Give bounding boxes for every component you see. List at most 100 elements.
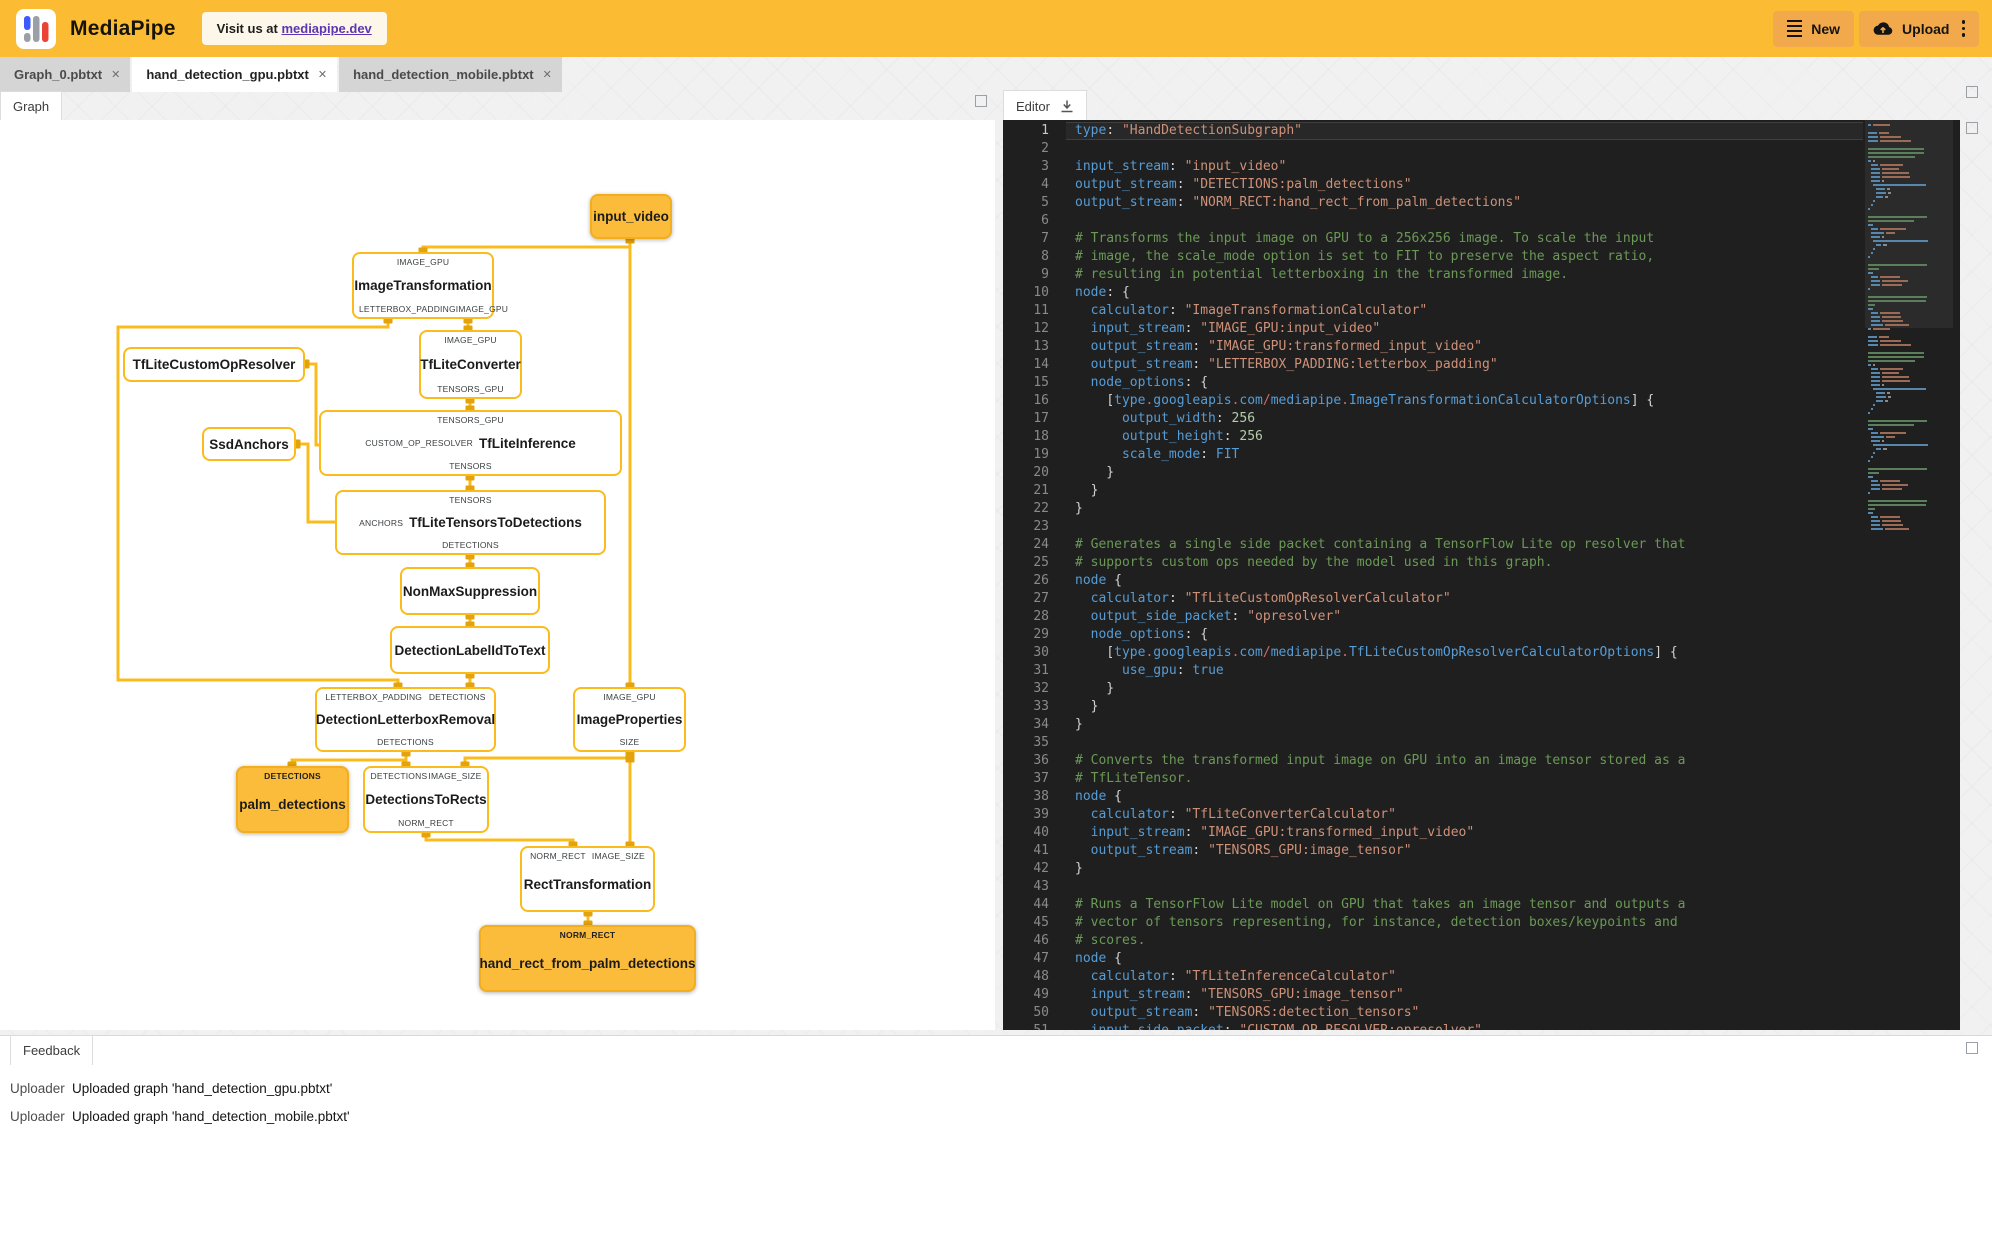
editor-panel-maximize-icon[interactable] <box>1966 122 1978 134</box>
code-line[interactable]: 40 input_stream: "IMAGE_GPU:transformed_… <box>1003 824 1863 842</box>
line-number: 18 <box>1033 429 1049 444</box>
code-line[interactable]: 46 # scores. <box>1003 932 1863 950</box>
graph-node-TfLiteCustomOpResolver[interactable]: TfLiteCustomOpResolver <box>123 347 305 382</box>
line-number: 14 <box>1033 357 1049 372</box>
code-line[interactable]: 34} <box>1003 716 1863 734</box>
code-line[interactable]: 41 output_stream: "TENSORS_GPU:image_ten… <box>1003 842 1863 860</box>
download-icon[interactable] <box>1060 99 1074 113</box>
graph-node-ImageProperties[interactable]: IMAGE_GPU ImageProperties SIZE <box>573 687 686 752</box>
graph-node-DetectionLetterboxRemoval[interactable]: LETTERBOX_PADDING DETECTIONS DetectionLett… <box>315 687 496 752</box>
line-number: 31 <box>1033 663 1049 678</box>
feedback-panel-maximize-icon[interactable] <box>1966 1042 1978 1054</box>
graph-node-RectTransformation[interactable]: NORM_RECT IMAGE_SIZE RectTransformation <box>520 846 655 912</box>
code-line[interactable]: 27 calculator: "TfLiteCustomOpResolverCa… <box>1003 590 1863 608</box>
code-line[interactable]: 28 output_side_packet: "opresolver" <box>1003 608 1863 626</box>
graph-node-DetectionsToRects[interactable]: DETECTIONS IMAGE_SIZE DetectionsToRects NOR… <box>363 766 489 833</box>
line-number: 42 <box>1033 861 1049 876</box>
window-maximize-icon[interactable] <box>1966 86 1978 98</box>
visit-chip: Visit us at mediapipe.dev <box>201 12 387 45</box>
code-line[interactable]: 3 input_stream: "input_video" <box>1003 158 1863 176</box>
code-line[interactable]: 11 calculator: "ImageTransformationCalcu… <box>1003 302 1863 320</box>
graph-node-TfLiteConverter[interactable]: IMAGE_GPU TfLiteConverter TENSORS_GPU <box>419 330 522 399</box>
mediapipe-dev-link[interactable]: mediapipe.dev <box>281 21 371 36</box>
graph-node-SsdAnchors[interactable]: SsdAnchors <box>202 427 296 461</box>
code-line[interactable]: 45 # vector of tensors representing, for … <box>1003 914 1863 932</box>
graph-node-input_video[interactable]: input_video <box>590 194 672 239</box>
code-line[interactable]: 21 } <box>1003 482 1863 500</box>
file-tab-hand_detection_mobile.pbtxt[interactable]: hand_detection_mobile.pbtxt ✕ <box>339 57 562 92</box>
code-line[interactable]: 9 # resulting in potential letterboxing i… <box>1003 266 1863 284</box>
code-line[interactable]: 8 # image, the scale_mode option is set t… <box>1003 248 1863 266</box>
code-line[interactable]: 18 output_height: 256 <box>1003 428 1863 446</box>
close-tab-icon[interactable]: ✕ <box>111 68 120 81</box>
code-line[interactable]: 7 # Transforms the input image on GPU to … <box>1003 230 1863 248</box>
code-line[interactable]: 19 scale_mode: FIT <box>1003 446 1863 464</box>
upload-button[interactable]: Upload <box>1859 10 1979 47</box>
graph-node-ImageTransformation[interactable]: IMAGE_GPU ImageTransformation LETTERBOX_PA… <box>352 252 508 319</box>
new-button[interactable]: New <box>1773 10 1855 47</box>
graph-node-palm_detections[interactable]: DETECTIONS palm_detections <box>236 766 349 833</box>
code-line[interactable]: 24 # Generates a single side packet conta… <box>1003 536 1863 554</box>
code-line[interactable]: 16 [type.googleapis.com/mediapipe.ImageT… <box>1003 392 1863 410</box>
code-line[interactable]: 22} <box>1003 500 1863 518</box>
code-line[interactable]: 33 } <box>1003 698 1863 716</box>
code-line[interactable]: 47 node { <box>1003 950 1863 968</box>
file-tab-hand_detection_gpu.pbtxt[interactable]: hand_detection_gpu.pbtxt ✕ <box>132 57 338 92</box>
graph-panel-maximize-icon[interactable] <box>975 95 987 107</box>
line-number: 19 <box>1033 447 1049 462</box>
code-line[interactable]: 26 node { <box>1003 572 1863 590</box>
line-number: 46 <box>1033 933 1049 948</box>
code-line[interactable]: 49 input_stream: "TENSORS_GPU:image_tens… <box>1003 986 1863 1004</box>
file-tab-Graph_0.pbtxt[interactable]: Graph_0.pbtxt ✕ <box>0 57 131 92</box>
code-line[interactable]: 6 <box>1003 212 1863 230</box>
tab-feedback[interactable]: Feedback <box>10 1035 94 1065</box>
code-line[interactable]: 31 use_gpu: true <box>1003 662 1863 680</box>
code-line[interactable]: 44 # Runs a TensorFlow Lite model on GPU … <box>1003 896 1863 914</box>
port-label: NORM_RECT <box>398 818 454 828</box>
editor-minimap[interactable] <box>1865 120 1953 680</box>
graph-node-hand_rect_from_palm_detections[interactable]: NORM_RECT hand_rect_from_palm_detections <box>479 925 696 992</box>
code-line[interactable]: 29 node_options: { <box>1003 626 1863 644</box>
code-line[interactable]: 1 type: "HandDetectionSubgraph" <box>1003 122 1863 140</box>
close-tab-icon[interactable]: ✕ <box>318 68 327 81</box>
code-editor[interactable]: 1 type: "HandDetectionSubgraph" 2 3 input_st… <box>1003 120 1960 1030</box>
code-line[interactable]: 38 node { <box>1003 788 1863 806</box>
code-line[interactable]: 30 [type.googleapis.com/mediapipe.TfLite… <box>1003 644 1863 662</box>
graph-node-NonMaxSuppression[interactable]: NonMaxSuppression <box>400 567 540 615</box>
close-tab-icon[interactable]: ✕ <box>543 68 552 81</box>
code-line[interactable]: 5 output_stream: "NORM_RECT:hand_rect_fro… <box>1003 194 1863 212</box>
graph-node-TfLiteInference[interactable]: TENSORS_GPU CUSTOM_OP_RESOLVER TfLiteInfer… <box>319 410 622 476</box>
code-line[interactable]: 20 } <box>1003 464 1863 482</box>
file-tab-label: hand_detection_mobile.pbtxt <box>353 67 534 82</box>
code-line[interactable]: 36 # Converts the transformed input image… <box>1003 752 1863 770</box>
file-tab-label: hand_detection_gpu.pbtxt <box>146 67 309 82</box>
tab-graph[interactable]: Graph <box>0 91 63 121</box>
code-line[interactable]: 14 output_stream: "LETTERBOX_PADDING:let… <box>1003 356 1863 374</box>
code-line[interactable]: 39 calculator: "TfLiteConverterCalculato… <box>1003 806 1863 824</box>
line-number: 24 <box>1033 537 1049 552</box>
code-line[interactable]: 42} <box>1003 860 1863 878</box>
code-line[interactable]: 35 <box>1003 734 1863 752</box>
code-line[interactable]: 37 # TfLiteTensor. <box>1003 770 1863 788</box>
tab-editor[interactable]: Editor <box>1003 90 1087 121</box>
code-line[interactable]: 51 input_side_packet: "CUSTOM_OP_RESOLVE… <box>1003 1022 1863 1030</box>
code-line[interactable]: 43 <box>1003 878 1863 896</box>
code-line[interactable]: 13 output_stream: "IMAGE_GPU:transformed… <box>1003 338 1863 356</box>
code-line[interactable]: 23 <box>1003 518 1863 536</box>
code-line[interactable]: 50 output_stream: "TENSORS:detection_ten… <box>1003 1004 1863 1022</box>
code-line[interactable]: 32 } <box>1003 680 1863 698</box>
code-line[interactable]: 17 output_width: 256 <box>1003 410 1863 428</box>
graph-node-TfLiteTensorsToDetections[interactable]: TENSORS ANCHORS TfLiteTensorsToDetections D… <box>335 490 606 555</box>
code-line[interactable]: 2 <box>1003 140 1863 158</box>
code-line[interactable]: 10 node: { <box>1003 284 1863 302</box>
code-line[interactable]: 12 input_stream: "IMAGE_GPU:input_video" <box>1003 320 1863 338</box>
code-line[interactable]: 25 # supports custom ops needed by the mo… <box>1003 554 1863 572</box>
graph-node-DetectionLabelIdToText[interactable]: DetectionLabelIdToText <box>390 626 550 674</box>
node-title: TfLiteCustomOpResolver <box>132 357 296 372</box>
code-line[interactable]: 48 calculator: "TfLiteInferenceCalculato… <box>1003 968 1863 986</box>
line-number: 10 <box>1033 285 1049 300</box>
upload-menu-kebab-icon[interactable] <box>1961 20 1965 37</box>
graph-canvas[interactable]: input_video IMAGE_GPU ImageTransformation L… <box>0 120 995 1030</box>
code-line[interactable]: 15 node_options: { <box>1003 374 1863 392</box>
code-line[interactable]: 4 output_stream: "DETECTIONS:palm_detecti… <box>1003 176 1863 194</box>
